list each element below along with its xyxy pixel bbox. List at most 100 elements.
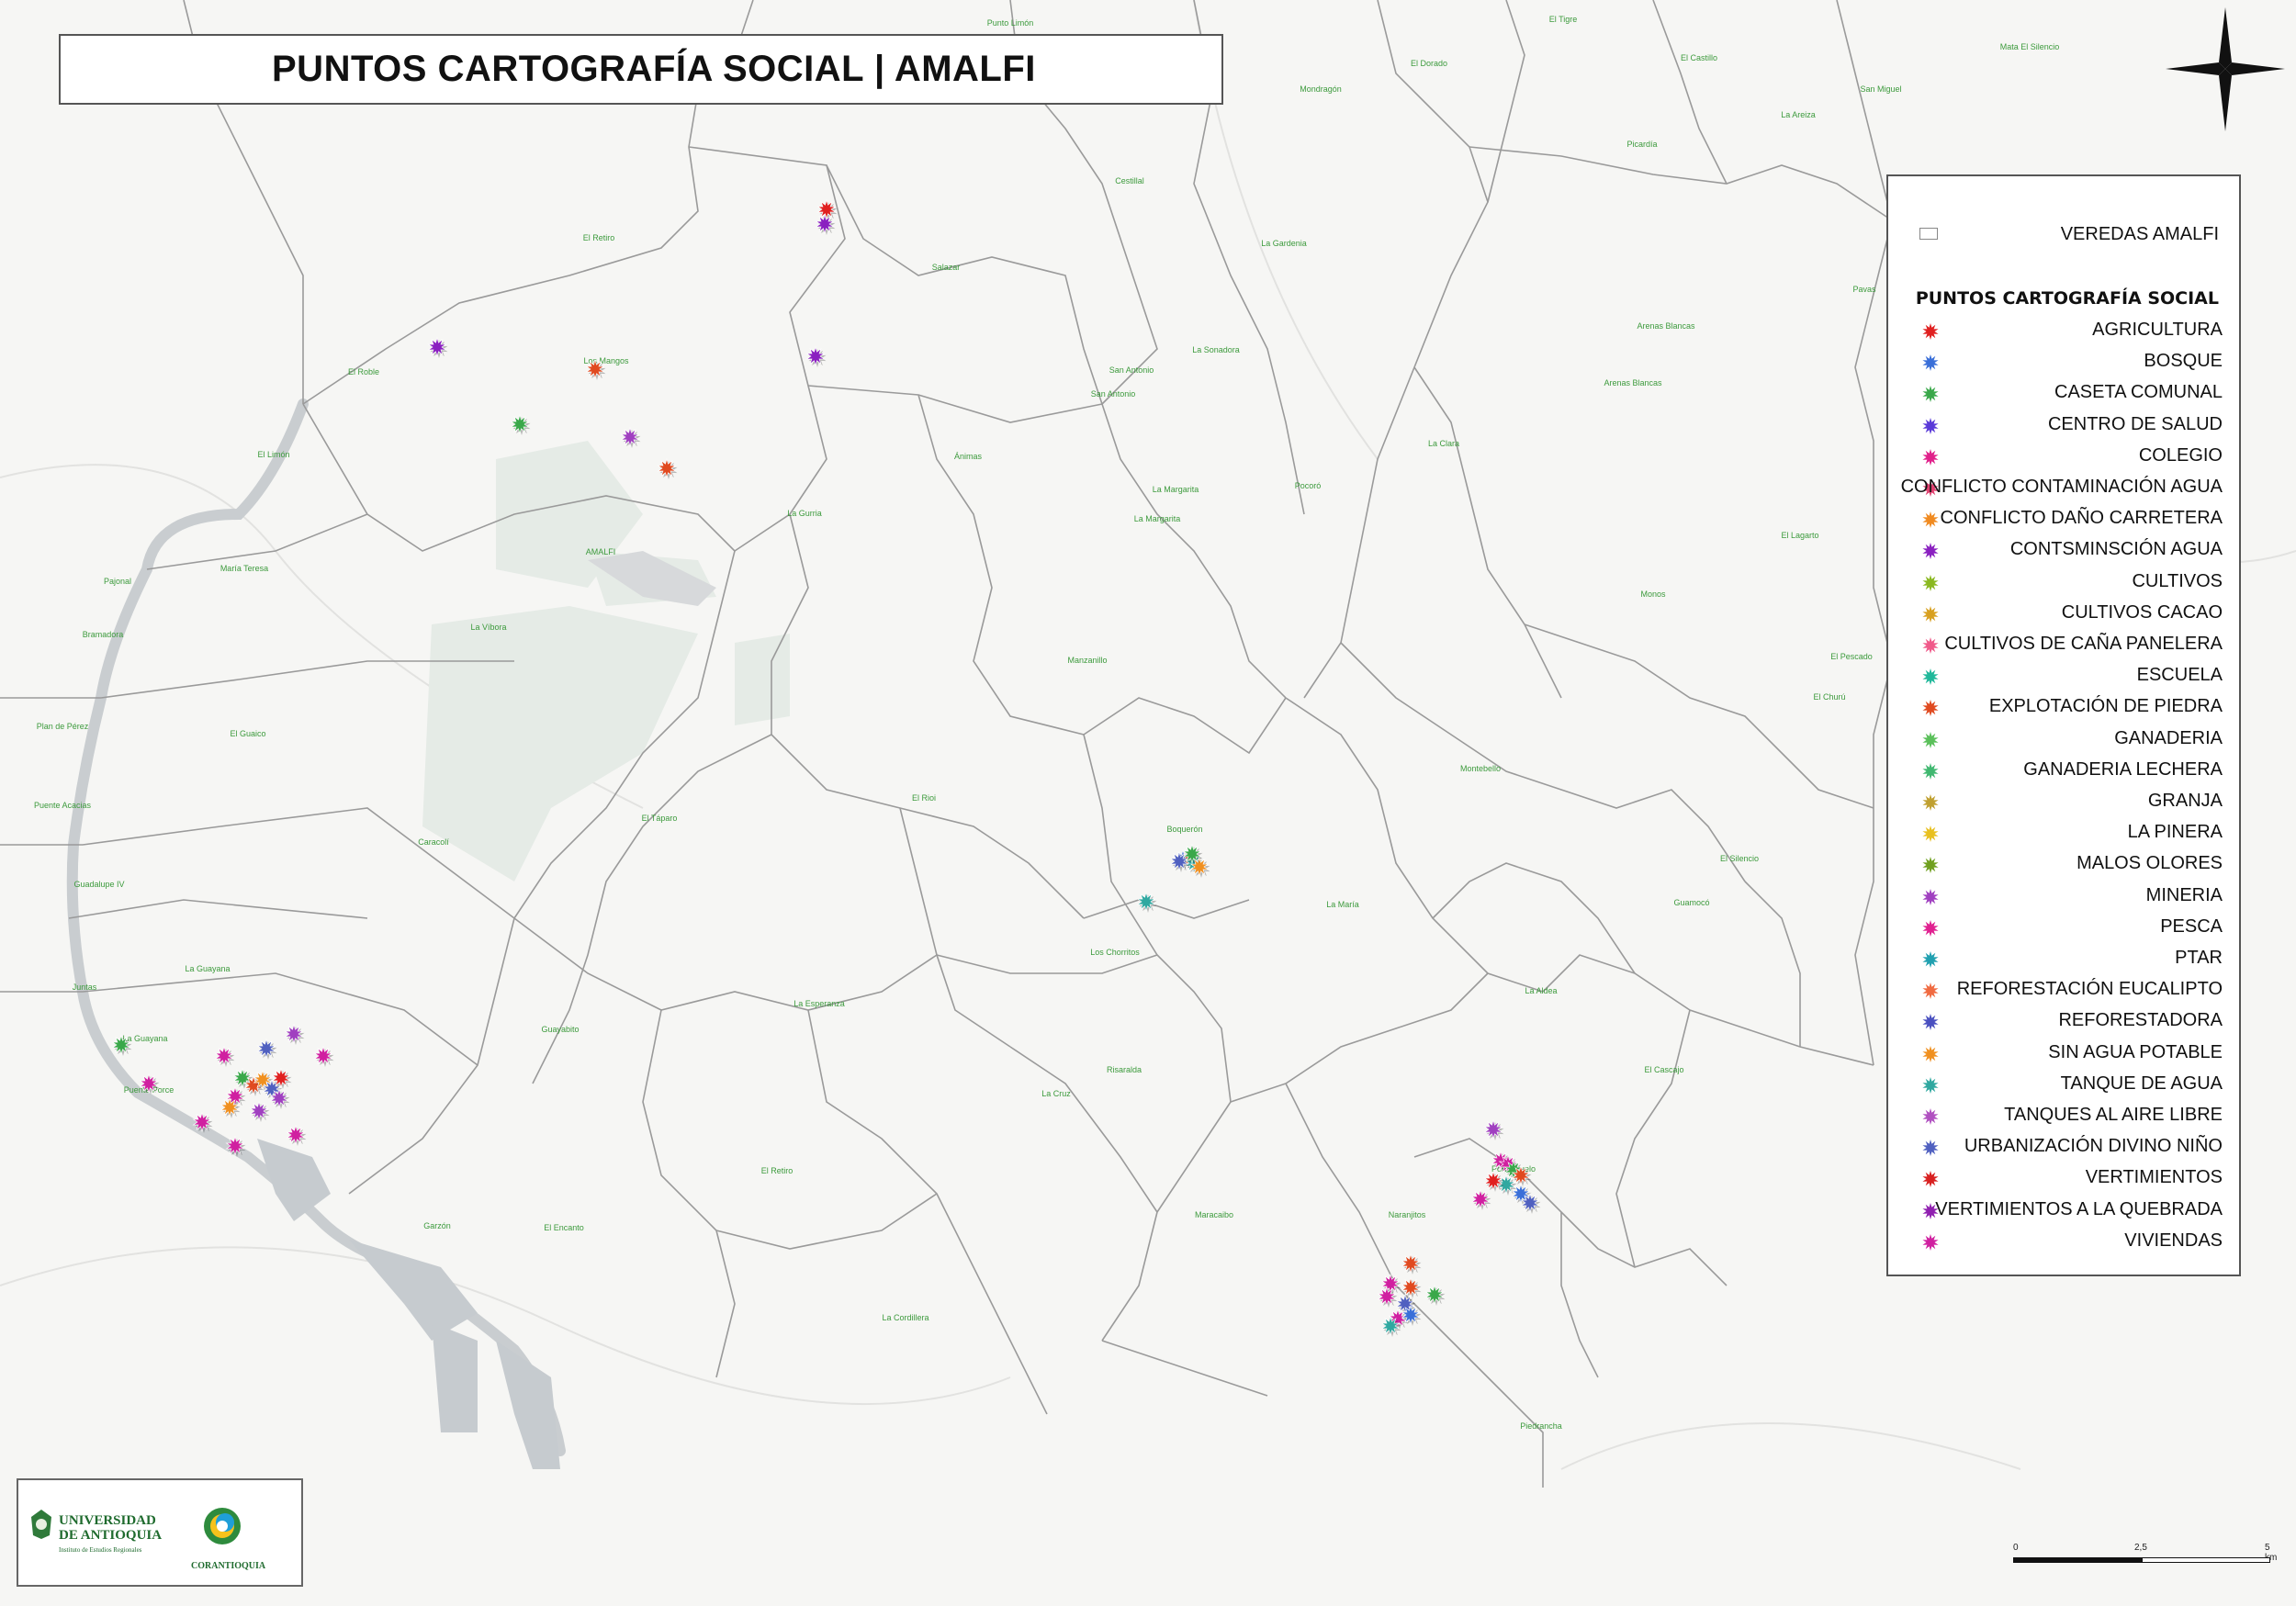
legend-row: SIN AGUA POTABLE	[1888, 1039, 2243, 1070]
place-label: El Pescado	[1830, 652, 1873, 661]
legend-label: GANADERIA LECHERA	[2023, 758, 2223, 780]
legend-star-icon	[1922, 417, 1939, 434]
place-label: Picardía	[1626, 140, 1657, 149]
legend-row: CULTIVOS CACAO	[1888, 599, 2243, 630]
legend-star-icon	[1922, 1233, 1939, 1251]
legend-label: CULTIVOS DE CAÑA PANELERA	[1944, 634, 2223, 654]
legend-points-header: PUNTOS CARTOGRAFÍA SOCIAL	[1915, 288, 2219, 309]
legend-label: VERTIMIENTOS	[2085, 1167, 2223, 1188]
legend-star-icon	[1922, 825, 1939, 843]
place-label: La Aldea	[1525, 986, 1557, 995]
place-label: El Retiro	[761, 1166, 793, 1175]
legend-star-icon	[1922, 1140, 1939, 1157]
place-label: Piedrancha	[1520, 1421, 1562, 1431]
place-label: Mata El Silencio	[2000, 42, 2060, 51]
partner-name: CORANTIOQUIA	[191, 1561, 266, 1571]
place-label: El Táparo	[642, 814, 678, 823]
legend-star-icon	[1922, 448, 1939, 466]
place-label: El Lagarto	[1781, 531, 1818, 540]
legend-row: VERTIMIENTOS	[1888, 1163, 2243, 1195]
legend-label: CULTIVOS	[2132, 570, 2223, 591]
place-label: Risaralda	[1107, 1065, 1142, 1074]
place-label: La Esperanza	[793, 999, 845, 1008]
legend-row: VIVIENDAS	[1888, 1227, 2243, 1258]
place-label: Arenas Blancas	[1604, 378, 1662, 387]
place-label: La María	[1326, 900, 1359, 909]
university-name-line1: UNIVERSIDAD	[59, 1513, 156, 1528]
legend-row: AGRICULTURA	[1888, 316, 2243, 347]
legend-star-icon	[1922, 1045, 1939, 1062]
legend-row: LA PINERA	[1888, 818, 2243, 849]
university-seal-icon	[31, 1510, 51, 1539]
legend-label: BOSQUE	[2144, 351, 2223, 372]
place-label: Arenas Blancas	[1637, 321, 1695, 331]
legend-label: MALOS OLORES	[2077, 853, 2223, 874]
place-label: Bramadora	[83, 630, 124, 639]
legend-row: CONTSMINSCIÓN AGUA	[1888, 535, 2243, 567]
place-label: Monos	[1640, 590, 1666, 599]
legend-label: PESCA	[2160, 915, 2223, 937]
legend-row: EXPLOTACIÓN DE PIEDRA	[1888, 692, 2243, 724]
place-label: Plan de Pérez	[37, 722, 89, 731]
place-label: La Margarita	[1134, 514, 1181, 523]
legend-label: CONTSMINSCIÓN AGUA	[2009, 539, 2223, 560]
legend-label: SIN AGUA POTABLE	[2048, 1041, 2223, 1062]
place-label: La Víbora	[470, 623, 506, 632]
legend-label: TANQUE DE AGUA	[2060, 1073, 2223, 1094]
legend-star-icon	[1922, 543, 1939, 560]
place-label: Boquerón	[1166, 825, 1202, 834]
legend-row: MALOS OLORES	[1888, 849, 2243, 881]
place-label: La Areiza	[1781, 110, 1816, 119]
place-label: La Clara	[1428, 439, 1459, 448]
legend-row: PTAR	[1888, 944, 2243, 975]
place-label: Cestillal	[1115, 176, 1144, 185]
place-label: Puente Acacias	[34, 801, 92, 810]
legend-label: ESCUELA	[2136, 665, 2223, 686]
legend-star-icon	[1922, 1076, 1939, 1094]
place-label: Guadalupe IV	[73, 880, 124, 889]
legend-label: GANADERIA	[2114, 727, 2223, 748]
legend-star-icon	[1922, 668, 1939, 686]
place-label: Ánimas	[954, 452, 983, 461]
legend-veredas-label: VEREDAS AMALFI	[2060, 224, 2219, 244]
place-label: La Cordillera	[882, 1313, 929, 1322]
place-label: El Dorado	[1411, 59, 1447, 68]
legend-row: REFORESTACIÓN EUCALIPTO	[1888, 975, 2243, 1006]
legend-row: GRANJA	[1888, 787, 2243, 818]
legend-label: MINERIA	[2145, 884, 2223, 905]
legend-star-icon	[1922, 605, 1939, 623]
legend-star-icon	[1922, 354, 1939, 372]
place-label: La Guayana	[185, 964, 230, 973]
place-label: El Churú	[1813, 692, 1845, 702]
place-label: Guayabito	[541, 1025, 579, 1034]
university-name-line2: DE ANTIOQUIA	[59, 1528, 163, 1543]
place-label: El Roble	[348, 367, 379, 376]
place-label: Pocoró	[1295, 481, 1322, 490]
place-label: El Limón	[257, 450, 289, 459]
legend-star-icon	[1922, 1171, 1939, 1188]
place-label: Montebello	[1460, 764, 1501, 773]
legend-star-icon	[1922, 888, 1939, 905]
legend-label: COLEGIO	[2138, 444, 2223, 466]
scale-bar: 0 2,5 5 km	[2013, 1543, 2277, 1579]
legend-label: REFORESTACIÓN EUCALIPTO	[1956, 979, 2223, 1000]
place-label: El Silencio	[1720, 854, 1759, 863]
legend-row: CENTRO DE SALUD	[1888, 410, 2243, 442]
legend-star-icon	[1922, 386, 1939, 403]
place-label: El Rioi	[912, 793, 936, 803]
map-title-box: PUNTOS CARTOGRAFÍA SOCIAL | AMALFI	[59, 34, 1223, 105]
place-label: El Retiro	[583, 233, 615, 242]
place-label: La Cruz	[1041, 1089, 1071, 1098]
corantioquia-logo-icon	[204, 1508, 241, 1544]
legend-row: URBANIZACIÓN DIVINO NIÑO	[1888, 1132, 2243, 1163]
legend-star-icon	[1922, 700, 1939, 717]
place-label: María Teresa	[220, 564, 268, 573]
place-label: Juntas	[73, 983, 97, 992]
place-label: Punto Limón	[987, 18, 1034, 28]
legend-star-icon	[1922, 857, 1939, 874]
place-label: Salazar	[932, 263, 961, 272]
legend-row: CULTIVOS DE CAÑA PANELERA	[1888, 630, 2243, 661]
place-label: El Encanto	[544, 1223, 584, 1232]
scale-label-0: 0	[2013, 1543, 2019, 1553]
place-label: San Miguel	[1860, 84, 1901, 94]
